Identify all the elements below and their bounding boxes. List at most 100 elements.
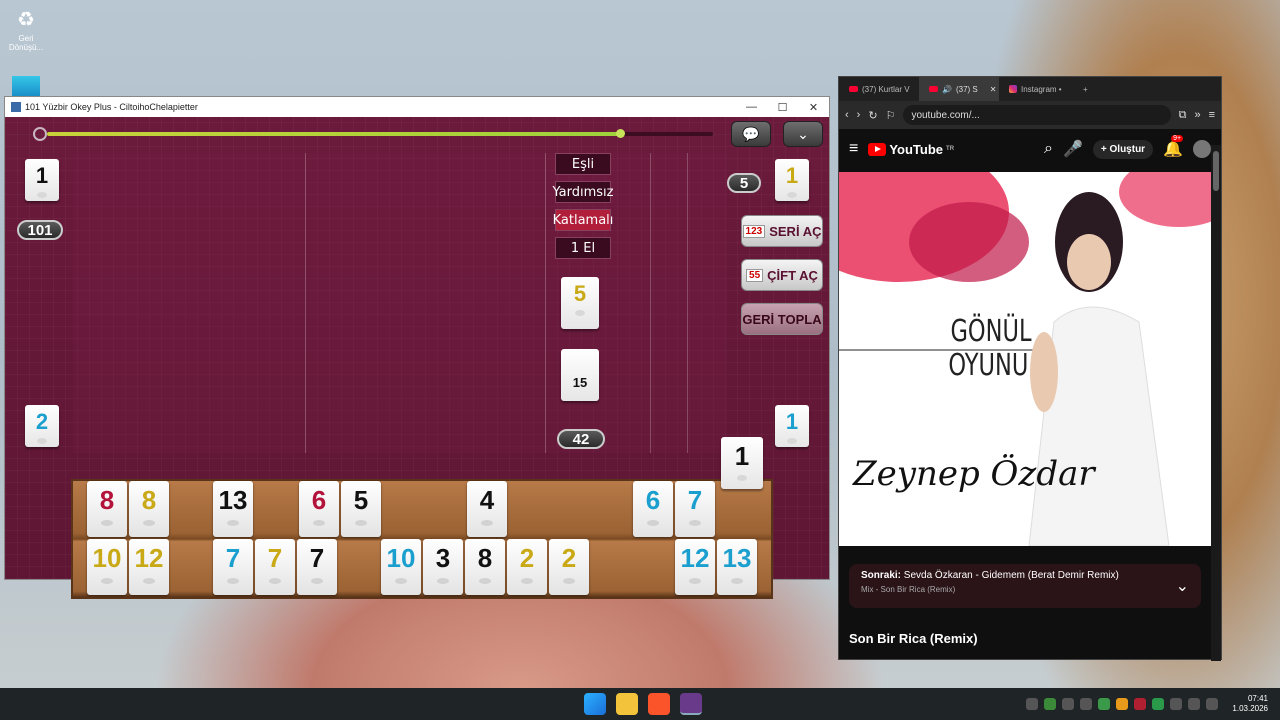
- rack-tile[interactable]: 6: [633, 481, 673, 537]
- chevron-down-icon: ⌄: [797, 125, 809, 142]
- maximize-button[interactable]: ☐: [767, 101, 798, 114]
- bookmark-icon[interactable]: ⚐: [886, 109, 896, 122]
- opponent-left-bottom-tile[interactable]: 2: [25, 405, 59, 447]
- rack-tile[interactable]: 8: [129, 481, 169, 537]
- back-icon[interactable]: ‹: [845, 109, 849, 121]
- page-scrollbar[interactable]: [1211, 145, 1221, 661]
- clock-icon: [33, 127, 47, 141]
- create-button[interactable]: + Oluştur: [1092, 139, 1154, 159]
- rack-tile[interactable]: 3: [423, 539, 463, 595]
- timer-fill: [47, 132, 620, 136]
- mic-tray-icon[interactable]: [1170, 698, 1183, 710]
- hamburger-icon[interactable]: ≡: [1209, 109, 1215, 121]
- minimize-button[interactable]: —: [736, 101, 767, 114]
- tile-value: 5: [353, 485, 369, 515]
- reload-icon[interactable]: ↻: [868, 109, 877, 122]
- create-label: Oluştur: [1109, 143, 1146, 155]
- tray-icon[interactable]: [1062, 698, 1075, 710]
- youtube-logo[interactable]: YouTube TR: [868, 142, 954, 157]
- tray-icon[interactable]: [1098, 698, 1111, 710]
- rack-tile[interactable]: 7: [255, 539, 295, 595]
- recycle-bin-icon[interactable]: ♻ Geri Dönüşü...: [6, 6, 46, 53]
- video-player[interactable]: GÖNÜL OYUNU Zeynep Özdar: [839, 172, 1211, 546]
- file-explorer-icon[interactable]: [616, 693, 638, 715]
- tray-icon[interactable]: [1026, 698, 1039, 710]
- rack-tile[interactable]: 6: [299, 481, 339, 537]
- overflow-icon[interactable]: »: [1194, 109, 1200, 121]
- tab-active[interactable]: 🔊 (37) S ✕: [919, 77, 999, 101]
- address-bar[interactable]: youtube.com/...: [903, 105, 1171, 125]
- song-title-art-2: OYUNU: [948, 348, 1029, 383]
- volume-icon[interactable]: [1206, 698, 1219, 710]
- forward-icon[interactable]: ›: [857, 109, 861, 121]
- tab-label: (37) S: [955, 84, 978, 94]
- geri-topla-button[interactable]: GERİ TOPLA: [741, 303, 823, 335]
- tile-value: 10: [386, 543, 416, 573]
- youtube-icon: [849, 86, 858, 92]
- chevron-down-icon[interactable]: ⌄: [1176, 576, 1189, 596]
- tile-value: 1: [785, 409, 799, 434]
- opponent-right-top-tile[interactable]: 1: [775, 159, 809, 201]
- chat-button[interactable]: 💬: [731, 121, 771, 147]
- rack-tile[interactable]: 2: [549, 539, 589, 595]
- menu-icon[interactable]: ≡: [849, 140, 858, 158]
- drawn-tile[interactable]: 1: [721, 437, 763, 489]
- rack-tile[interactable]: 8: [465, 539, 505, 595]
- search-icon[interactable]: ⌕: [1044, 140, 1053, 158]
- close-button[interactable]: ✕: [798, 101, 829, 114]
- taskbar-clock[interactable]: 07:41 1.03.2026: [1232, 694, 1268, 714]
- rack-tile[interactable]: 13: [213, 481, 253, 537]
- rack-tile[interactable]: 7: [675, 481, 715, 537]
- deck-pile[interactable]: 15: [561, 349, 599, 401]
- rack-tile[interactable]: 2: [507, 539, 547, 595]
- rack-tile[interactable]: 12: [129, 539, 169, 595]
- extensions-icon[interactable]: ⧉: [1179, 109, 1187, 122]
- seri-ac-button[interactable]: 123 SERİ AÇ: [741, 215, 823, 247]
- up-next-card[interactable]: Sonraki: Sevda Özkaran - Gidemem (Berat …: [849, 564, 1201, 608]
- network-icon[interactable]: [1188, 698, 1201, 710]
- mode-esli: Eşli: [555, 153, 611, 175]
- mic-icon[interactable]: 🎤: [1063, 139, 1083, 159]
- rack-tile[interactable]: 5: [341, 481, 381, 537]
- recycle-label-1: Geri: [18, 34, 34, 43]
- turn-timer: [47, 129, 713, 138]
- url-text: youtube.com/...: [911, 109, 980, 121]
- menu-button[interactable]: ⌄: [783, 121, 823, 147]
- tray-icon[interactable]: [1152, 698, 1165, 710]
- new-tab-icon[interactable]: +: [1083, 85, 1088, 94]
- rack-tile[interactable]: 10: [87, 539, 127, 595]
- youtube-icon: [929, 86, 938, 92]
- brave-icon[interactable]: [648, 693, 670, 715]
- remaining-value: 42: [572, 430, 590, 448]
- app-icon: [11, 102, 21, 112]
- opponent-left-top-tile[interactable]: 1: [25, 159, 59, 201]
- mode-label: Yardımsız: [552, 184, 614, 200]
- tile-value: 13: [722, 543, 752, 573]
- okey-game-icon[interactable]: [680, 693, 702, 715]
- close-tab-icon[interactable]: ✕: [990, 85, 997, 94]
- cift-ac-button[interactable]: 55 ÇİFT AÇ: [741, 259, 823, 291]
- opponent-right-bottom-tile[interactable]: 1: [775, 405, 809, 447]
- rack-tile[interactable]: 8: [87, 481, 127, 537]
- tab-kurtlar[interactable]: (37) Kurtlar V: [839, 77, 919, 101]
- desktop-shortcut[interactable]: [6, 76, 46, 98]
- tile-value: 2: [561, 543, 577, 573]
- rack-tile[interactable]: 7: [297, 539, 337, 595]
- rack-tile[interactable]: 7: [213, 539, 253, 595]
- tab-instagram[interactable]: Instagram •: [999, 77, 1079, 101]
- rack-tile[interactable]: 12: [675, 539, 715, 595]
- rack-tile[interactable]: 13: [717, 539, 757, 595]
- bell-icon[interactable]: 🔔 9+: [1163, 135, 1184, 159]
- game-titlebar: 101 Yüzbir Okey Plus - CiltoihoChelapiet…: [5, 97, 829, 117]
- rack-tile[interactable]: 10: [381, 539, 421, 595]
- tray-icon[interactable]: [1134, 698, 1147, 710]
- avatar[interactable]: [1193, 140, 1211, 158]
- tray-icon[interactable]: [1116, 698, 1129, 710]
- tray-icon[interactable]: [1080, 698, 1093, 710]
- up-next-subtitle: Mix - Son Bir Rica (Remix): [861, 585, 956, 594]
- start-icon[interactable]: [584, 693, 606, 715]
- tile-value: 5: [573, 281, 587, 306]
- tray-icon[interactable]: [1044, 698, 1057, 710]
- speaker-icon: 🔊: [942, 84, 952, 94]
- rack-tile[interactable]: 4: [467, 481, 507, 537]
